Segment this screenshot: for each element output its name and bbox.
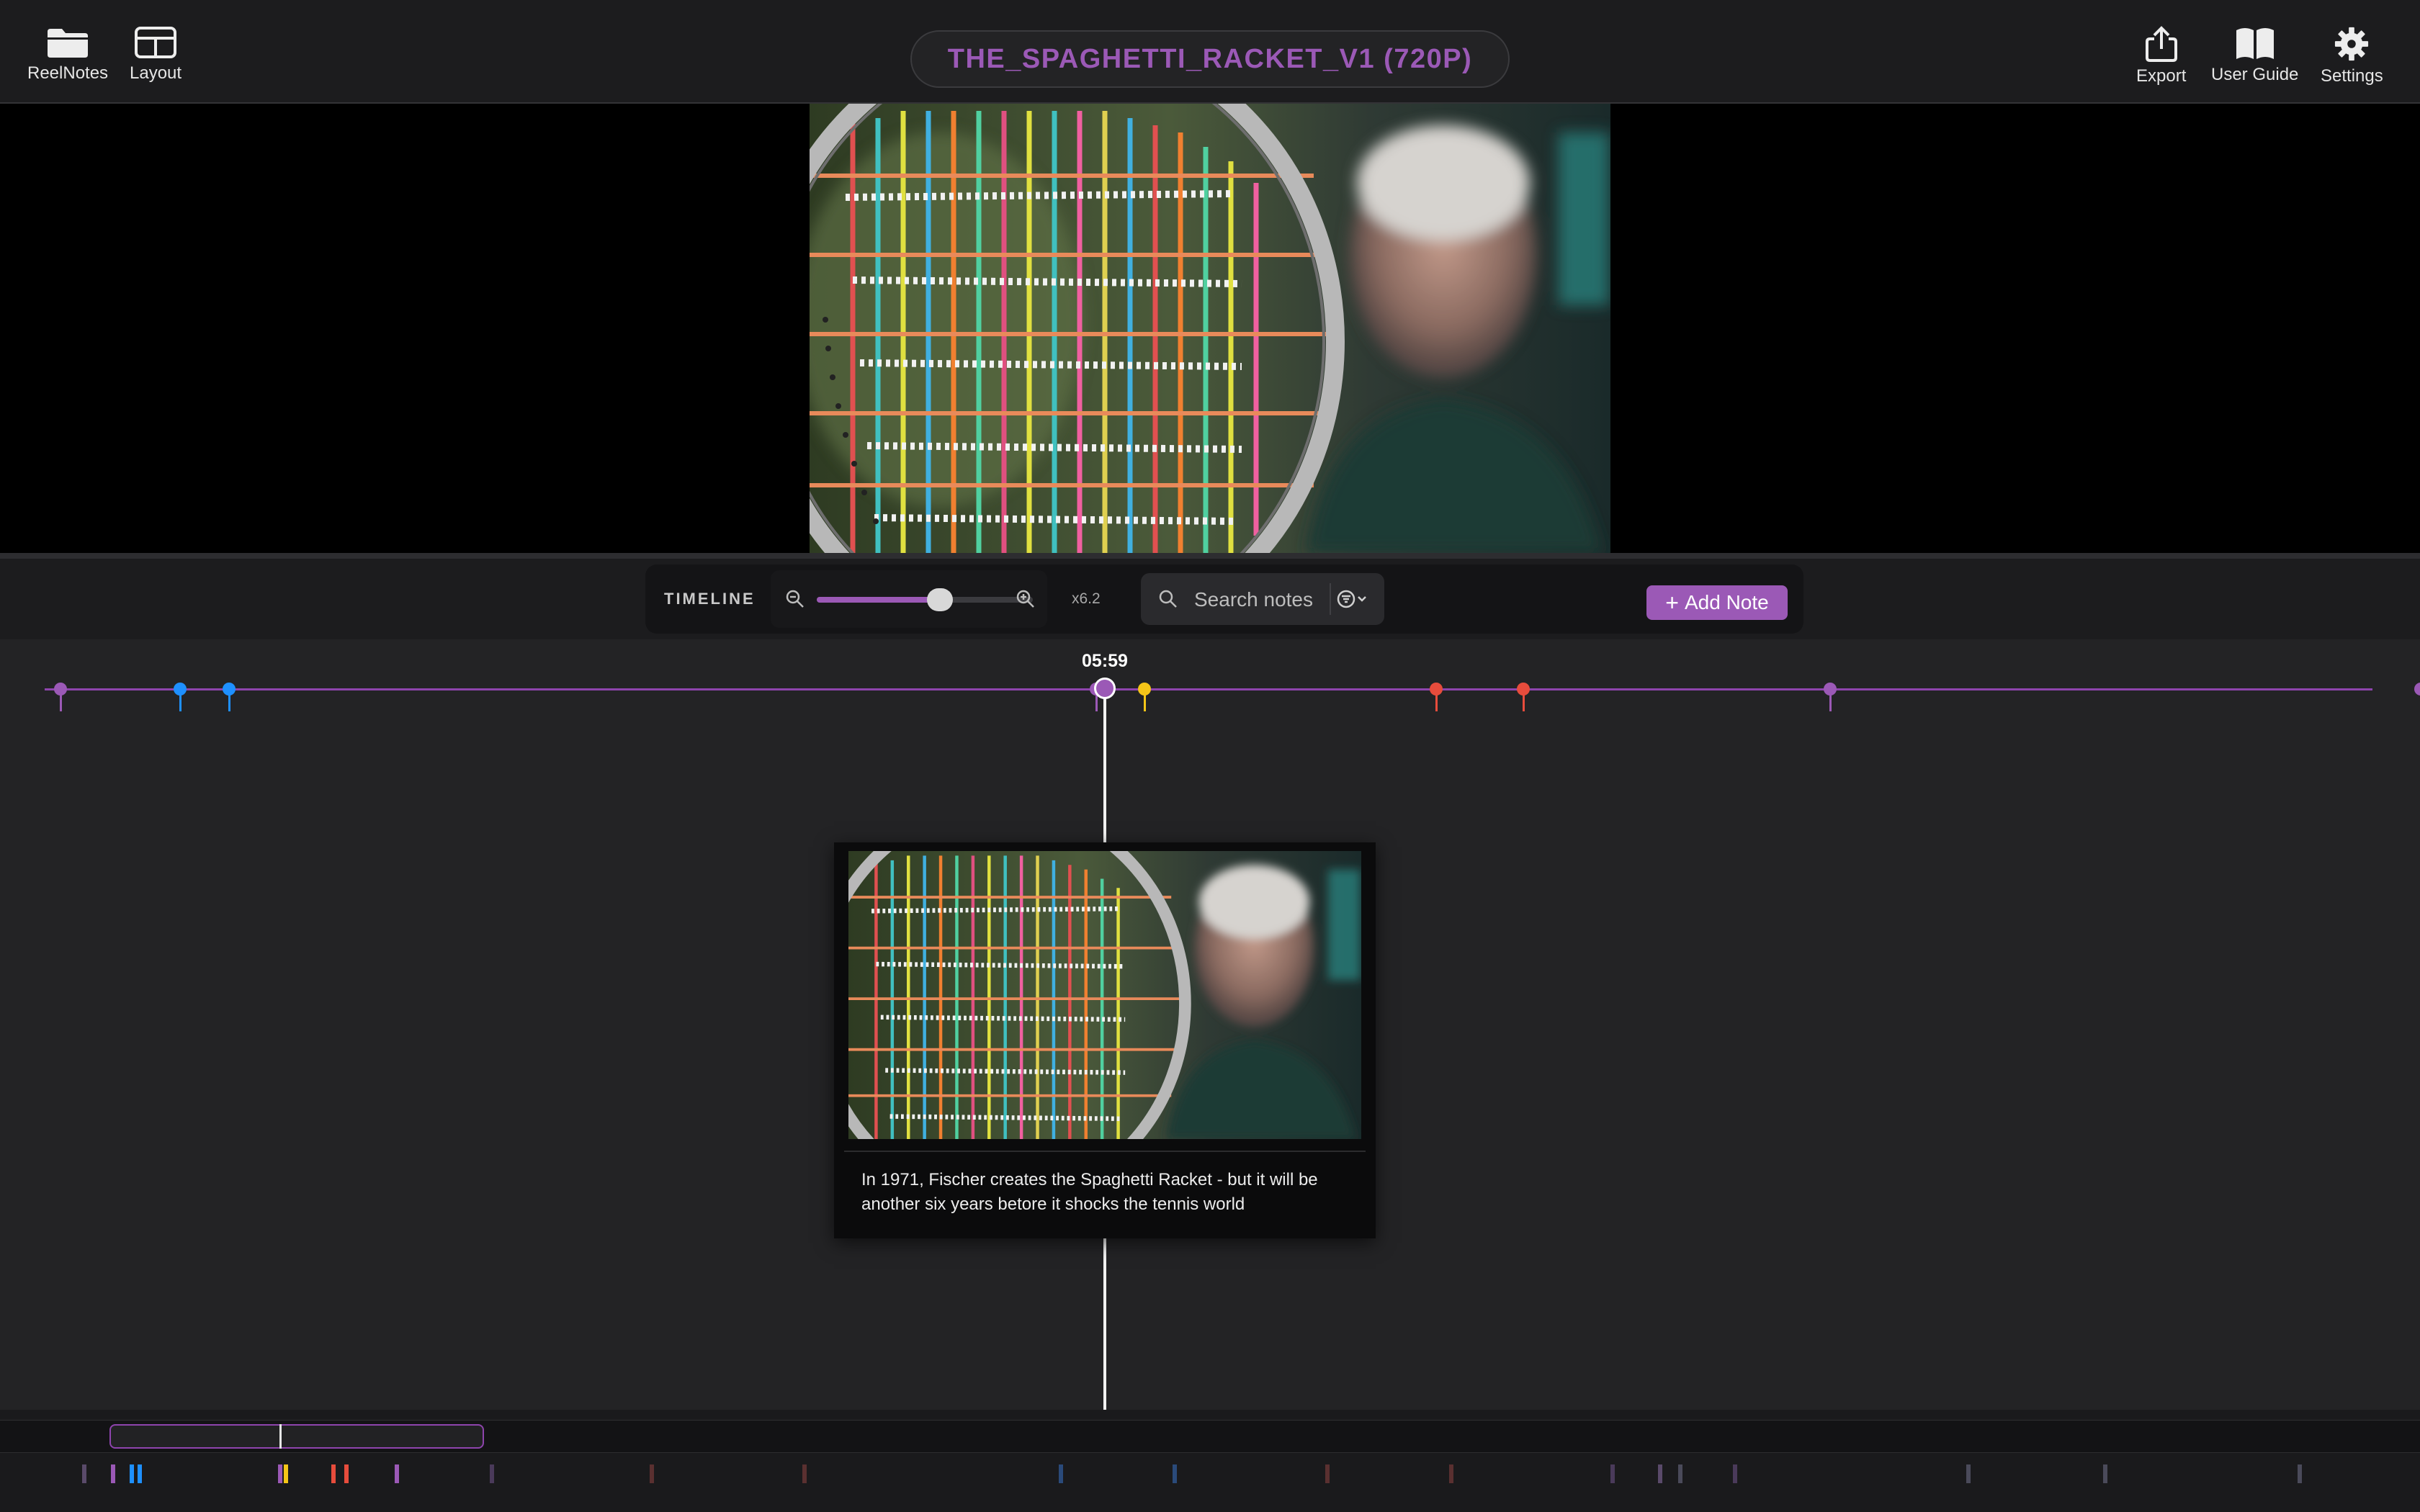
overview-note-tick xyxy=(2298,1464,2302,1483)
timeline-note-marker[interactable] xyxy=(54,683,67,716)
overview-note-tick xyxy=(111,1464,115,1483)
search-field[interactable] xyxy=(1141,573,1384,625)
book-icon xyxy=(2236,28,2274,59)
overview-note-tick xyxy=(284,1464,288,1483)
user-guide-button[interactable]: User Guide xyxy=(2211,26,2298,85)
plus-icon: + xyxy=(1665,590,1679,616)
app-header: ReelNotes Layout THE_SPAGHETTI_RACKET_V1… xyxy=(0,0,2420,104)
search-input[interactable] xyxy=(1193,583,1318,616)
layout-button[interactable]: Layout xyxy=(130,26,182,84)
overview-note-tick xyxy=(650,1464,654,1483)
user-guide-label: User Guide xyxy=(2211,65,2299,84)
filter-button[interactable] xyxy=(1330,583,1376,615)
overview-note-tick xyxy=(2103,1464,2107,1483)
overview-note-tick xyxy=(802,1464,807,1483)
gear-icon xyxy=(2335,27,2369,61)
zoom-slider[interactable] xyxy=(817,588,1033,611)
note-thumbnail xyxy=(848,851,1361,1139)
video-frame[interactable] xyxy=(810,104,1610,553)
video-viewer[interactable] xyxy=(0,104,2420,554)
overview-note-tick xyxy=(82,1464,86,1483)
zoom-control xyxy=(771,570,1047,628)
add-note-button[interactable]: + Add Note xyxy=(1646,585,1788,620)
timeline-note-marker[interactable] xyxy=(174,683,187,716)
zoom-value: x6.2 xyxy=(1072,590,1101,607)
timeline-track[interactable] xyxy=(45,688,2372,690)
overview-note-tick xyxy=(1610,1464,1615,1483)
export-button[interactable]: Export xyxy=(2136,26,2186,86)
toolbar-panel: TIMELINE x6.2 Search notes + Add Note xyxy=(645,564,1803,634)
overview-note-tick xyxy=(278,1464,282,1483)
overview-note-tick xyxy=(1678,1464,1682,1483)
timeline-label: TIMELINE xyxy=(664,590,756,608)
timeline-note-marker[interactable] xyxy=(1430,683,1443,716)
add-note-label: Add Note xyxy=(1684,591,1769,613)
overview-note-tick xyxy=(344,1464,349,1483)
overview-note-tick xyxy=(1966,1464,1971,1483)
overview-note-tick xyxy=(395,1464,399,1483)
overview-note-tick xyxy=(1059,1464,1063,1483)
zoom-out-icon[interactable] xyxy=(785,589,805,609)
note-thumbnail-image xyxy=(848,851,1361,1139)
settings-button[interactable]: Settings xyxy=(2321,26,2383,86)
note-divider xyxy=(844,1151,1366,1152)
racket-frame-image xyxy=(810,104,1610,553)
viewer-divider[interactable] xyxy=(0,553,2420,559)
note-text: In 1971, Fischer creates the Spaghetti R… xyxy=(861,1170,1318,1214)
overview-note-tick xyxy=(1325,1464,1330,1483)
zoom-slider-fill xyxy=(817,597,940,603)
timeline-toolbar: TIMELINE x6.2 Search notes + Add Note xyxy=(0,559,2420,639)
search-icon xyxy=(1159,590,1177,608)
overview-note-tick xyxy=(490,1464,494,1483)
filter-icon xyxy=(1337,590,1366,608)
playhead-time: 05:59 xyxy=(1082,651,1128,671)
share-icon xyxy=(2145,26,2177,62)
overview-note-tick xyxy=(1733,1464,1737,1483)
layout-icon xyxy=(135,27,177,58)
note-card[interactable]: In 1971, Fischer creates the Spaghetti R… xyxy=(834,842,1376,1238)
overview-note-tick xyxy=(130,1464,134,1483)
overview-note-tick xyxy=(1173,1464,1177,1483)
timeline-note-marker[interactable] xyxy=(1138,683,1151,716)
timeline-area[interactable]: 05:59 In 1971, Fischer creates the Spagh… xyxy=(0,639,2420,1410)
overview-note-tick xyxy=(1658,1464,1662,1483)
settings-label: Settings xyxy=(2321,66,2383,86)
layout-label: Layout xyxy=(130,63,182,83)
folder-icon xyxy=(48,29,89,58)
reelnotes-button[interactable]: ReelNotes xyxy=(27,26,108,84)
export-label: Export xyxy=(2136,66,2187,86)
overview-note-tick xyxy=(1449,1464,1453,1483)
overview-visible-window[interactable] xyxy=(109,1424,484,1449)
reelnotes-label: ReelNotes xyxy=(27,63,109,83)
timeline-note-marker[interactable] xyxy=(1517,683,1530,716)
project-title[interactable]: THE_SPAGHETTI_RACKET_V1 (720P) xyxy=(910,30,1510,88)
timeline-note-marker[interactable] xyxy=(223,683,236,716)
overview-note-tick xyxy=(138,1464,142,1483)
zoom-slider-knob[interactable] xyxy=(927,588,953,611)
playhead-handle[interactable] xyxy=(1094,678,1116,699)
overview-playhead xyxy=(279,1424,282,1449)
timeline-end-marker[interactable] xyxy=(2414,683,2420,696)
overview-strip[interactable] xyxy=(0,1410,2420,1512)
overview-note-tick xyxy=(331,1464,336,1483)
zoom-in-icon[interactable] xyxy=(1016,589,1036,609)
timeline-note-marker[interactable] xyxy=(1824,683,1837,716)
